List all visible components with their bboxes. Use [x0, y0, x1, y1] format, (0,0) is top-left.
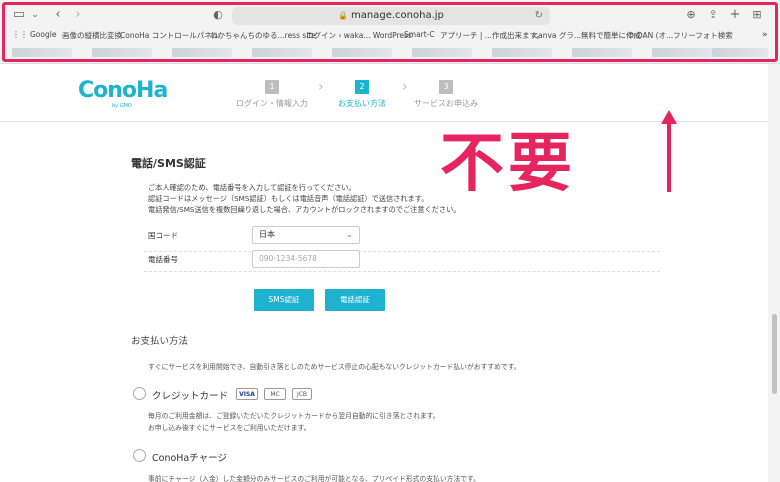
chevron-right-icon: › — [318, 79, 324, 95]
step-number: 2 — [355, 80, 369, 94]
chevron-right-icon: › — [402, 79, 408, 95]
visa-icon: VISA — [236, 388, 258, 400]
credit-card-note: 毎月のご利用金額は、ご登録いただいたクレジットカードから翌月自動的に引き落とされ… — [148, 412, 440, 420]
step-label: サービスお申込み — [414, 99, 478, 108]
scrollbar-thumb[interactable] — [772, 314, 777, 394]
logo-sub-text: by GMO — [112, 103, 132, 109]
conoha-logo[interactable]: ConoHa by GMO — [78, 78, 168, 109]
credit-card-note: お申し込み後すぐにサービスをご利用いただけます。 — [148, 424, 311, 432]
phone-number-input[interactable]: 090-1234-5678 — [252, 250, 360, 268]
country-code-value: 日本 — [259, 230, 275, 239]
browser-chrome-highlight-box — [2, 2, 778, 62]
annotation-text: 不要 — [440, 127, 576, 201]
conoha-charge-radio[interactable] — [133, 449, 146, 462]
step-label: お支払い方法 — [338, 99, 386, 108]
phone-number-placeholder: 090-1234-5678 — [259, 254, 317, 263]
conoha-charge-label[interactable]: ConoHaチャージ — [152, 450, 227, 464]
payment-intro: すぐにサービスを利用開始でき、自動引き落としのためサービス停止の心配もないクレジ… — [148, 363, 521, 371]
description-line: ご本人確認のため、電話番号を入力して認証を行ってください。 — [148, 183, 356, 192]
jcb-icon: JCB — [292, 388, 312, 400]
country-code-label: 国コード — [148, 231, 178, 240]
sms-description: ご本人確認のため、電話番号を入力して認証を行ってください。 認証コードはメッセー… — [148, 182, 460, 215]
step-label: ログイン・情報入力 — [236, 99, 308, 108]
logo-text: ConoHa — [78, 78, 168, 103]
step-number: 3 — [439, 80, 453, 94]
conoha-charge-note: 事前にチャージ（入金）した金額分のみサービスのご利用が可能となる、プリペイド形式… — [148, 475, 480, 482]
description-line: 認証コードはメッセージ（SMS認証）もしくは電話音声（電話認証）で送信されます。 — [148, 194, 429, 203]
sms-auth-button[interactable]: SMS認証 — [254, 289, 314, 311]
step-1: 1 ログイン・情報入力 — [236, 74, 308, 109]
call-auth-button[interactable]: 電話認証 — [325, 289, 385, 311]
mastercard-icon: MC — [264, 388, 286, 400]
site-header: ConoHa by GMO 1 ログイン・情報入力 › 2 お支払い方法 › 3… — [0, 64, 768, 122]
chevron-down-icon: ⌄ — [345, 230, 353, 240]
sms-section-title: 電話/SMS認証 — [131, 157, 206, 170]
description-line: 電話発信/SMS送信を複数回繰り返した場合、アカウントがロックされますのでご注意… — [148, 205, 461, 214]
step-2: 2 お支払い方法 — [338, 74, 386, 109]
country-code-select[interactable]: 日本 ⌄ — [252, 226, 360, 244]
phone-number-row: 電話番号 090-1234-5678 — [144, 250, 660, 272]
annotation-arrow-up-icon — [661, 110, 677, 192]
step-3: 3 サービスお申込み — [414, 74, 478, 109]
credit-card-label[interactable]: クレジットカード — [152, 388, 228, 402]
phone-number-label: 電話番号 — [148, 255, 178, 264]
payment-section-title: お支払い方法 — [131, 336, 189, 347]
step-number: 1 — [265, 80, 279, 94]
country-code-row: 国コード 日本 ⌄ — [144, 226, 660, 252]
credit-card-radio[interactable] — [133, 387, 146, 400]
page-scrollbar[interactable] — [768, 64, 780, 482]
